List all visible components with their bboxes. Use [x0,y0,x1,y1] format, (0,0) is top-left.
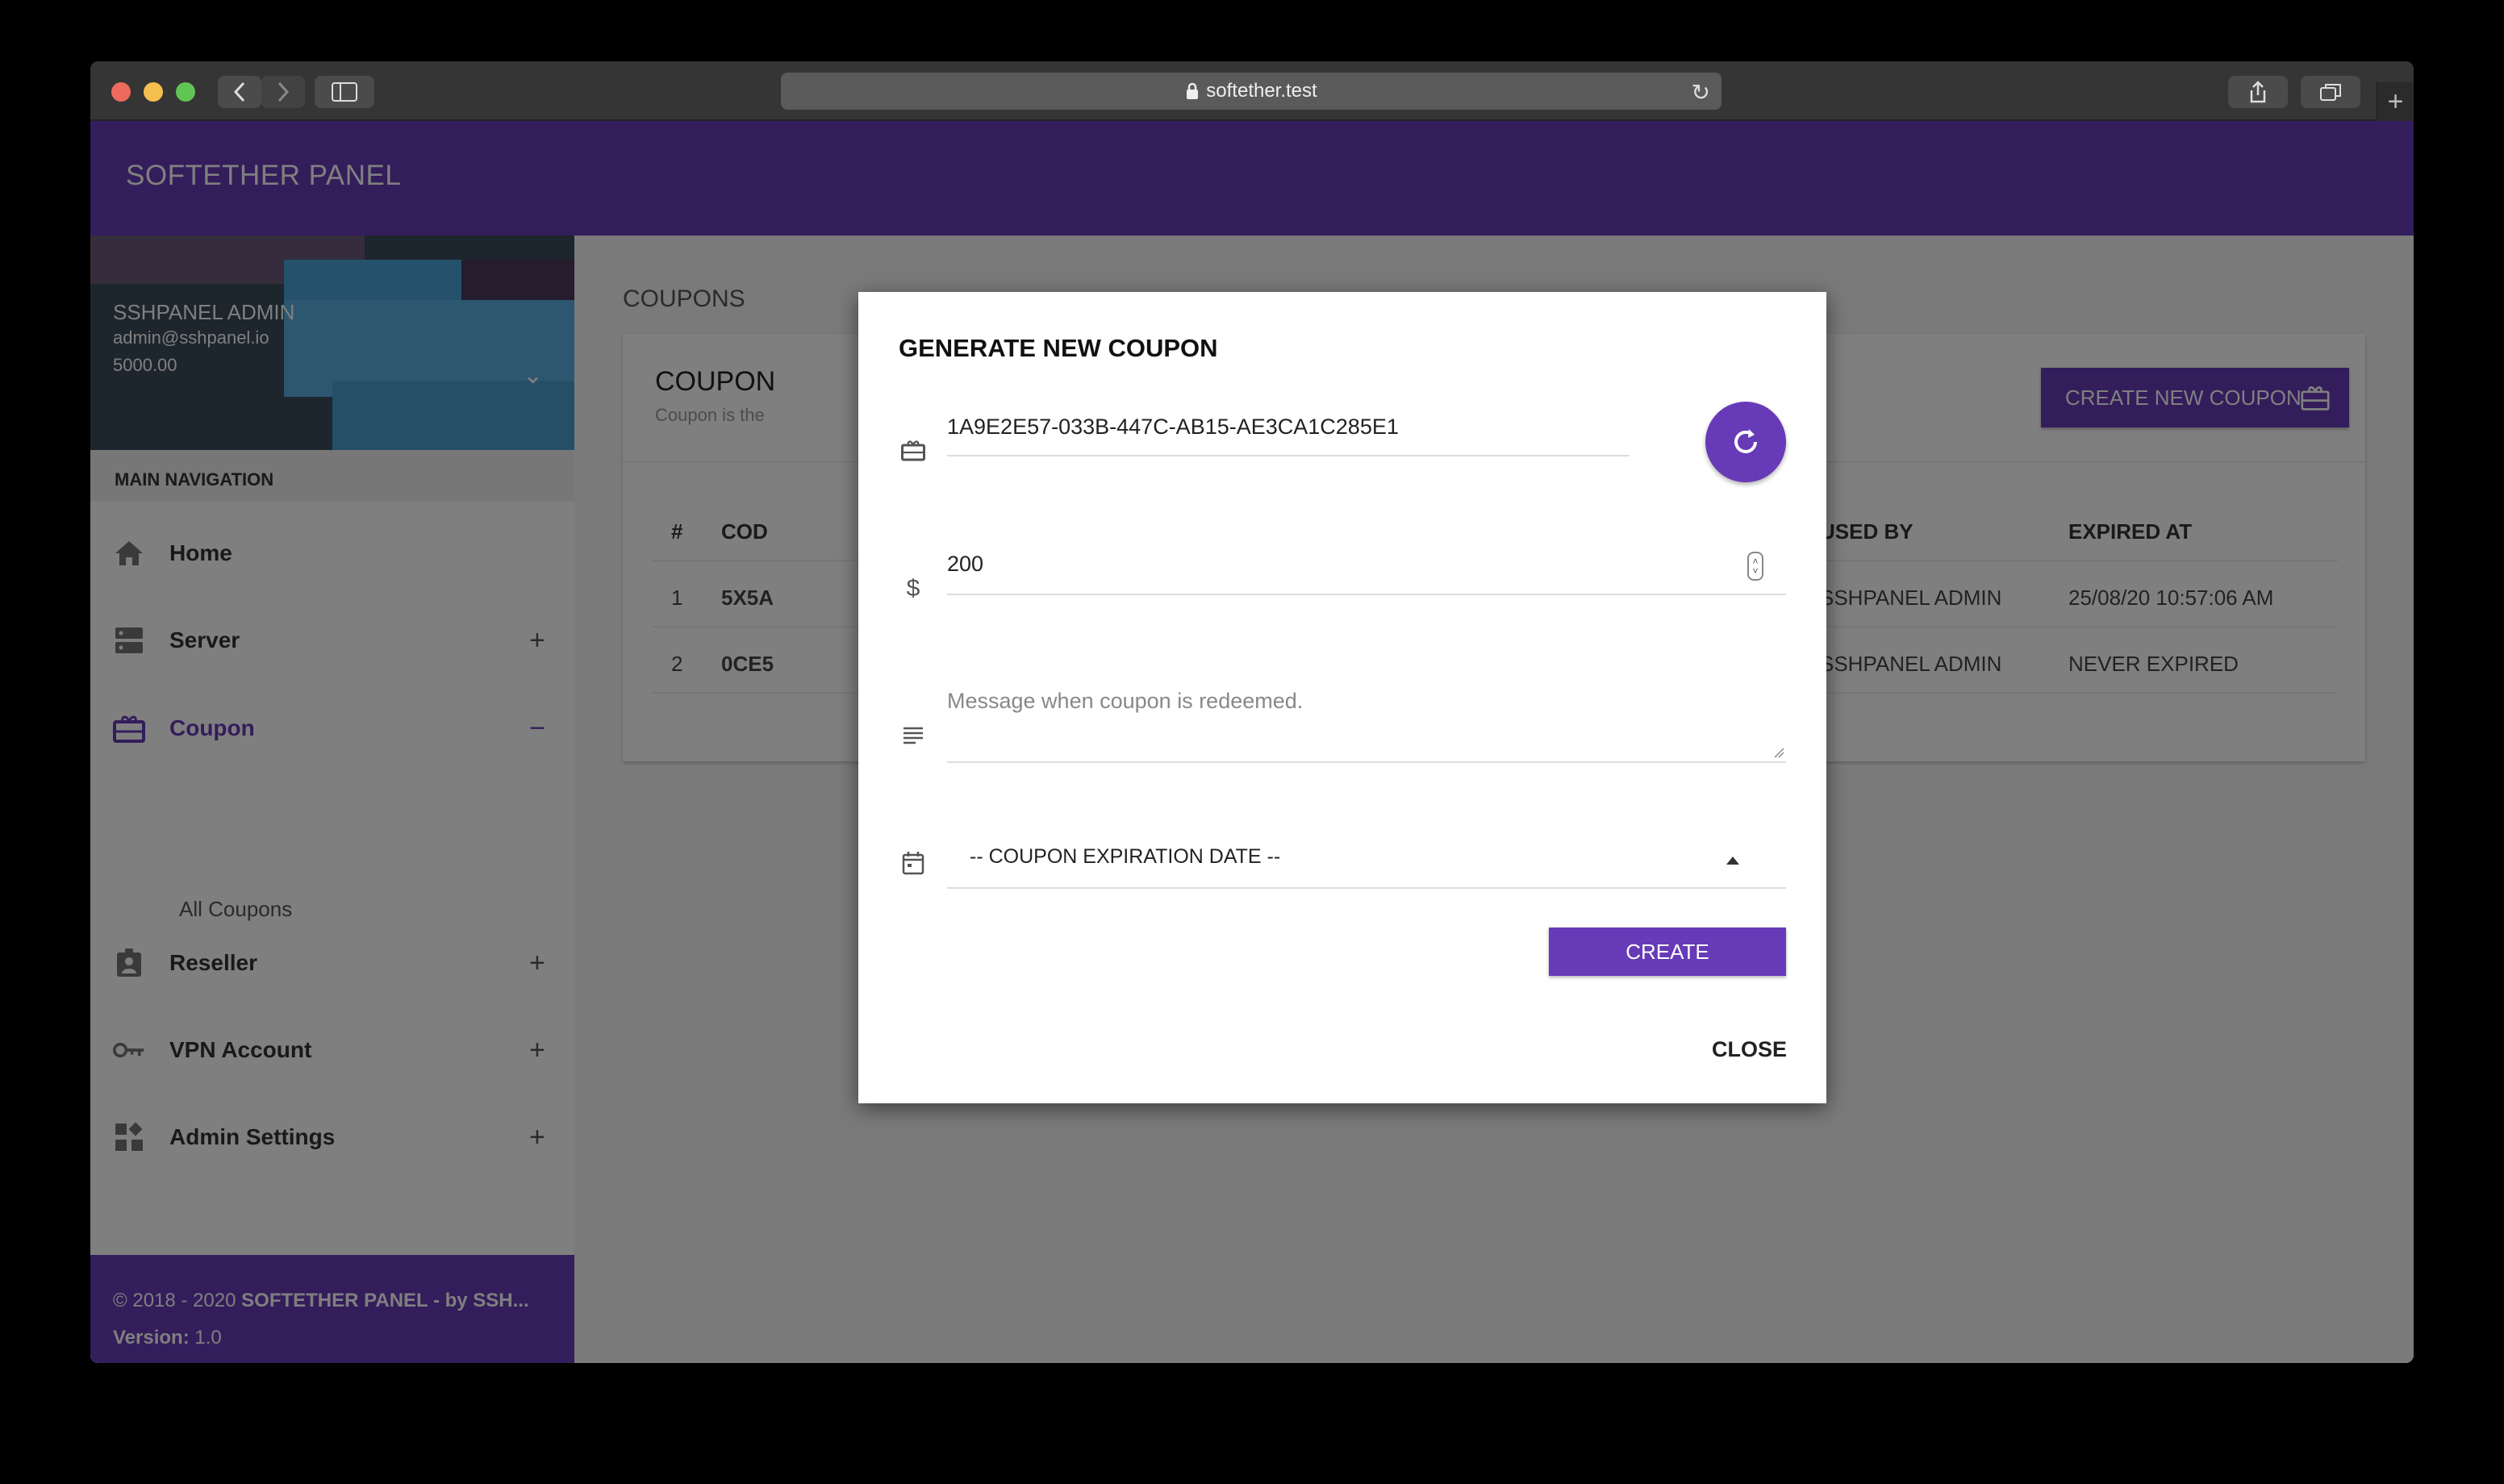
close-window-button[interactable] [111,82,131,102]
lock-icon [1187,82,1199,99]
chevron-right-icon [278,81,290,102]
close-button[interactable]: CLOSE [1712,1037,1787,1062]
create-button[interactable]: CREATE [1549,928,1786,976]
reload-icon[interactable]: ↻ [1692,79,1710,106]
new-tab-button[interactable]: + [2377,82,2414,121]
address-bar[interactable]: softether.test ↻ [781,73,1722,110]
tabs-overview-button[interactable] [2301,76,2360,108]
expiration-selected-option: -- COUPON EXPIRATION DATE -- [970,845,1281,868]
coupon-code-field[interactable]: 1A9E2E57-033B-447C-AB15-AE3CA1C285E1 [947,415,1630,456]
coupon-code-value: 1A9E2E57-033B-447C-AB15-AE3CA1C285E1 [947,415,1399,439]
app-root: SOFTETHER PANEL SSHPANEL ADMIN admin@ssh… [90,121,2414,1363]
generate-coupon-modal: GENERATE NEW COUPON 1A9E2E57-033B-447C-A… [858,292,1826,1103]
message-textarea[interactable]: Message when coupon is redeemed. [947,686,1786,763]
sidebar-toggle-button[interactable] [315,76,374,108]
resize-grip-icon[interactable] [1773,747,1784,758]
zoom-window-button[interactable] [176,82,195,102]
url-text: softether.test [1206,80,1317,102]
modal-title: GENERATE NEW COUPON [899,334,1218,362]
share-button[interactable] [2228,76,2288,108]
sidebar-icon [332,82,357,102]
chevron-left-icon [233,81,245,102]
tabs-icon [2320,84,2341,101]
create-button-label: CREATE [1626,939,1709,964]
caret-up-icon [1726,857,1739,865]
expiration-date-select[interactable]: -- COUPON EXPIRATION DATE -- [947,845,1786,889]
amount-field[interactable]: 200 ˄ ˅ [947,552,1786,595]
regenerate-code-button[interactable] [1705,402,1786,482]
minimize-window-button[interactable] [144,82,163,102]
calendar-icon [900,850,926,876]
dollar-icon: $ [906,575,920,602]
share-icon [2250,81,2266,103]
refresh-icon [1734,429,1757,453]
forward-button[interactable] [261,76,305,108]
back-button[interactable] [218,76,261,108]
notes-icon [900,723,926,748]
browser-window: softether.test ↻ + SOFTETHER PANEL SSHPA… [90,61,2414,1363]
browser-toolbar: softether.test ↻ + [90,61,2414,121]
amount-value: 200 [947,552,984,576]
message-placeholder: Message when coupon is redeemed. [947,689,1304,713]
coupon-icon [900,437,926,463]
number-stepper-icon[interactable]: ˄ ˅ [1747,552,1763,581]
